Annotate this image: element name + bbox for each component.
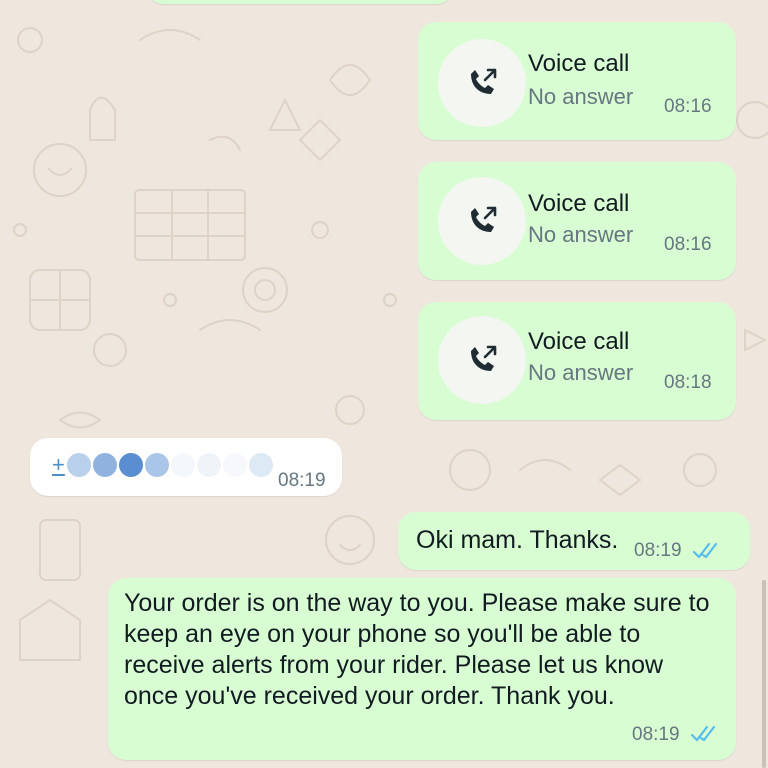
redaction-blur xyxy=(196,453,221,477)
double-check-icon xyxy=(690,725,716,742)
message-time: 08:19 xyxy=(632,724,680,745)
outgoing-message-bubble[interactable]: Your order is on the way to you. Please … xyxy=(108,578,736,760)
message-text: Oki mam. Thanks. xyxy=(416,526,619,554)
call-status: No answer xyxy=(528,84,634,109)
call-bubble[interactable]: Voice call No answer 08:16 xyxy=(418,162,736,280)
outgoing-call-icon xyxy=(471,345,497,371)
redaction-blur xyxy=(248,453,273,477)
call-title: Voice call xyxy=(528,328,630,355)
redaction-blur xyxy=(118,453,143,477)
outgoing-call-icon xyxy=(471,206,497,232)
redaction-blur xyxy=(170,453,195,477)
plus-sign: + xyxy=(52,452,65,477)
call-bubble[interactable]: Voice call No answer 08:16 xyxy=(418,22,736,140)
outgoing-message-bubble[interactable]: Oki mam. Thanks. 08:19 xyxy=(398,512,750,570)
scrollbar[interactable] xyxy=(762,580,766,768)
redacted-phone-number: + xyxy=(52,452,273,478)
call-title: Voice call xyxy=(528,50,630,77)
previous-message-bubble xyxy=(150,0,450,4)
call-status: No answer xyxy=(528,360,634,385)
redaction-blur xyxy=(222,453,247,477)
message-time: 08:16 xyxy=(664,234,712,255)
redaction-blur xyxy=(144,453,169,477)
redaction-blur xyxy=(92,453,117,477)
call-title: Voice call xyxy=(528,190,630,217)
message-time: 08:18 xyxy=(664,372,712,393)
message-time: 08:19 xyxy=(278,470,326,491)
message-text: Your order is on the way to you. Please … xyxy=(124,589,710,710)
call-status: No answer xyxy=(528,222,634,247)
call-icon-circle xyxy=(438,39,526,127)
outgoing-call-icon xyxy=(471,68,497,94)
message-time: 08:16 xyxy=(664,96,712,117)
call-icon-circle xyxy=(438,316,526,404)
double-check-icon xyxy=(692,542,718,559)
message-time: 08:19 xyxy=(634,540,682,561)
call-icon-circle xyxy=(438,177,526,265)
call-bubble[interactable]: Voice call No answer 08:18 xyxy=(418,302,736,420)
redaction-blur xyxy=(66,453,91,477)
